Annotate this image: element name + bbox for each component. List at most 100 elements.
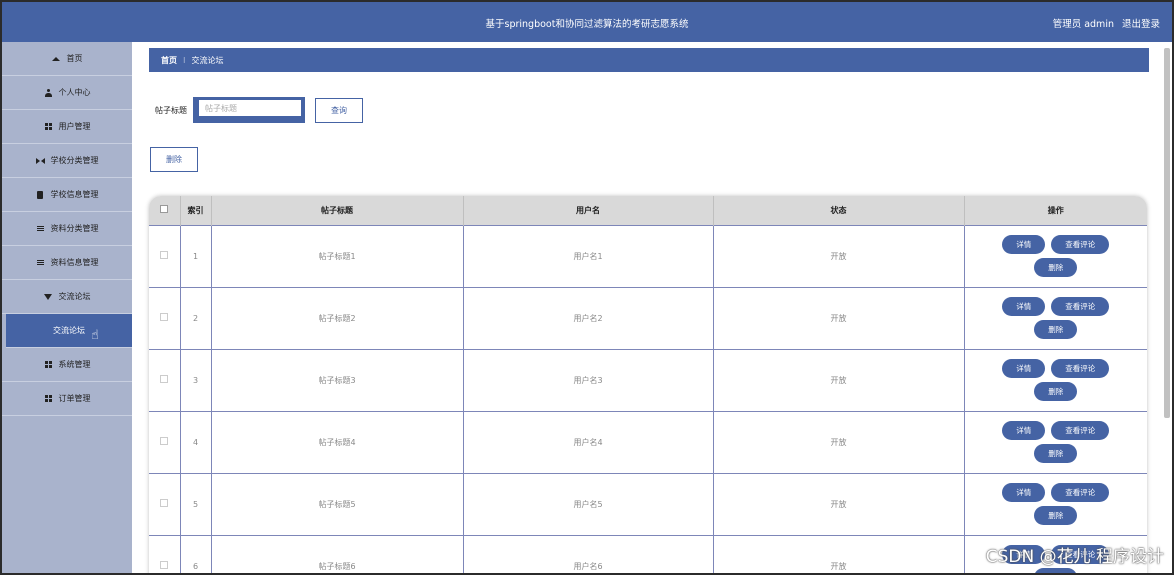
grid-icon bbox=[44, 122, 53, 131]
row-checkbox[interactable] bbox=[160, 437, 169, 445]
person-icon bbox=[44, 88, 53, 97]
table-row: 2 帖子标题2 用户名2 开放 详情 查看评论 删除 bbox=[149, 287, 1147, 349]
sidebar-item-forum-group[interactable]: 交流论坛 bbox=[2, 280, 132, 314]
column-header: 状态 bbox=[713, 196, 965, 225]
row-index: 4 bbox=[180, 411, 212, 473]
view-comments-button[interactable]: 查看评论 bbox=[1051, 297, 1110, 316]
row-checkbox[interactable] bbox=[160, 499, 169, 507]
select-all-checkbox[interactable] bbox=[160, 205, 169, 214]
row-delete-button[interactable]: 删除 bbox=[1034, 258, 1078, 277]
row-username: 用户名5 bbox=[463, 473, 714, 535]
search-input-wrapper bbox=[193, 97, 305, 123]
sidebar-item-school-category[interactable]: 学校分类管理 bbox=[2, 144, 132, 178]
row-index: 3 bbox=[180, 349, 212, 411]
sidebar-item-home[interactable]: 首页 bbox=[2, 42, 132, 76]
row-title: 帖子标题3 bbox=[211, 349, 464, 411]
app-title: 基于springboot和协同过滤算法的考研志愿系统 bbox=[485, 19, 689, 30]
detail-button[interactable]: 详情 bbox=[1002, 359, 1046, 378]
search-input[interactable] bbox=[199, 100, 301, 116]
view-comments-button[interactable]: 查看评论 bbox=[1051, 359, 1110, 378]
csdn-watermark: CSDN @花儿 程序设计 bbox=[985, 547, 1164, 567]
row-status: 开放 bbox=[713, 225, 965, 287]
row-title: 帖子标题4 bbox=[211, 411, 464, 473]
sidebar: 首页 个人中心 用户管理 学校分类管理 学校信息管理 资料分类管理 资料信息管理 bbox=[2, 42, 132, 573]
row-checkbox[interactable] bbox=[160, 561, 169, 570]
row-actions: 详情 查看评论 删除 bbox=[964, 473, 1147, 535]
sidebar-item-label: 资料信息管理 bbox=[50, 258, 99, 267]
row-status: 开放 bbox=[713, 349, 965, 411]
main-content: 首页 ⁝ 交流论坛 帖子标题 查询 删除 索引 bbox=[149, 48, 1149, 573]
sidebar-item-school-info[interactable]: 学校信息管理 bbox=[2, 178, 132, 212]
current-user-label: 管理员 admin bbox=[1052, 19, 1114, 30]
row-actions: 详情 查看评论 删除 bbox=[964, 287, 1147, 349]
view-comments-button[interactable]: 查看评论 bbox=[1051, 235, 1110, 254]
sidebar-item-label: 交流论坛 bbox=[53, 326, 85, 335]
breadcrumb-home[interactable]: 首页 bbox=[161, 55, 177, 66]
row-checkbox[interactable] bbox=[160, 313, 169, 321]
row-delete-button[interactable]: 删除 bbox=[1034, 382, 1078, 401]
sidebar-subitem-forum[interactable]: 交流论坛 bbox=[6, 314, 132, 348]
view-comments-button[interactable]: 查看评论 bbox=[1051, 483, 1110, 502]
page-scrollbar[interactable] bbox=[1164, 48, 1170, 418]
search-label: 帖子标题 bbox=[155, 105, 187, 115]
sidebar-item-system-management[interactable]: 系统管理 bbox=[2, 348, 132, 382]
column-header: 帖子标题 bbox=[211, 196, 464, 225]
row-actions: 详情 查看评论 删除 bbox=[964, 225, 1147, 287]
row-index: 1 bbox=[180, 225, 212, 287]
row-status: 开放 bbox=[713, 411, 965, 473]
list-icon bbox=[36, 258, 45, 267]
row-username: 用户名3 bbox=[463, 349, 714, 411]
row-username: 用户名4 bbox=[463, 411, 714, 473]
row-status: 开放 bbox=[713, 473, 965, 535]
sidebar-item-personal-center[interactable]: 个人中心 bbox=[2, 76, 132, 110]
sidebar-item-label: 首页 bbox=[66, 54, 83, 63]
funnel-icon bbox=[44, 292, 53, 301]
query-button[interactable]: 查询 bbox=[315, 97, 363, 123]
row-delete-button[interactable]: 删除 bbox=[1034, 568, 1078, 573]
row-checkbox[interactable] bbox=[160, 375, 169, 383]
table-row: 3 帖子标题3 用户名3 开放 详情 查看评论 删除 bbox=[149, 349, 1147, 411]
breadcrumb-separator: ⁝ bbox=[183, 55, 186, 65]
detail-button[interactable]: 详情 bbox=[1002, 297, 1046, 316]
detail-button[interactable]: 详情 bbox=[1002, 483, 1046, 502]
sidebar-item-label: 学校分类管理 bbox=[50, 156, 99, 165]
column-header: 索引 bbox=[180, 196, 212, 225]
row-username: 用户名2 bbox=[463, 287, 714, 349]
hand-cursor-icon: ☝ bbox=[91, 328, 99, 343]
grid-icon bbox=[44, 394, 53, 403]
row-username: 用户名1 bbox=[463, 225, 714, 287]
logout-link[interactable]: 退出登录 bbox=[1122, 16, 1160, 30]
bowtie-icon bbox=[35, 156, 45, 165]
grid-icon bbox=[44, 360, 53, 369]
list-icon bbox=[36, 224, 45, 233]
sidebar-item-order-management[interactable]: 订单管理 bbox=[2, 382, 132, 416]
row-checkbox[interactable] bbox=[160, 251, 169, 259]
row-username: 用户名6 bbox=[463, 535, 714, 573]
forum-table: 索引 帖子标题 用户名 状态 操作 1 帖子标题1 用户名1 开放 详情 查看评… bbox=[149, 196, 1147, 573]
row-delete-button[interactable]: 删除 bbox=[1034, 506, 1078, 525]
row-title: 帖子标题2 bbox=[211, 287, 464, 349]
sidebar-item-label: 资料分类管理 bbox=[50, 224, 99, 233]
row-delete-button[interactable]: 删除 bbox=[1034, 320, 1078, 339]
view-comments-button[interactable]: 查看评论 bbox=[1051, 421, 1110, 440]
detail-button[interactable]: 详情 bbox=[1002, 235, 1046, 254]
row-delete-button[interactable]: 删除 bbox=[1034, 444, 1078, 463]
sidebar-item-label: 用户管理 bbox=[58, 122, 91, 131]
row-actions: 详情 查看评论 删除 bbox=[964, 349, 1147, 411]
breadcrumb: 首页 ⁝ 交流论坛 bbox=[149, 48, 1149, 72]
select-all-cell bbox=[149, 196, 181, 225]
breadcrumb-current: 交流论坛 bbox=[191, 55, 224, 65]
sidebar-item-material-info[interactable]: 资料信息管理 bbox=[2, 246, 132, 280]
row-index: 5 bbox=[180, 473, 212, 535]
row-status: 开放 bbox=[713, 287, 965, 349]
sidebar-item-user-management[interactable]: 用户管理 bbox=[2, 110, 132, 144]
table-row: 1 帖子标题1 用户名1 开放 详情 查看评论 删除 bbox=[149, 225, 1147, 287]
sidebar-item-label: 学校信息管理 bbox=[50, 190, 99, 199]
header-user-area: 管理员 admin 退出登录 bbox=[1053, 16, 1160, 30]
row-status: 开放 bbox=[713, 535, 965, 573]
detail-button[interactable]: 详情 bbox=[1002, 421, 1046, 440]
bulk-delete-button[interactable]: 删除 bbox=[150, 147, 198, 172]
row-title: 帖子标题5 bbox=[211, 473, 464, 535]
row-title: 帖子标题1 bbox=[211, 225, 464, 287]
sidebar-item-material-category[interactable]: 资料分类管理 bbox=[2, 212, 132, 246]
